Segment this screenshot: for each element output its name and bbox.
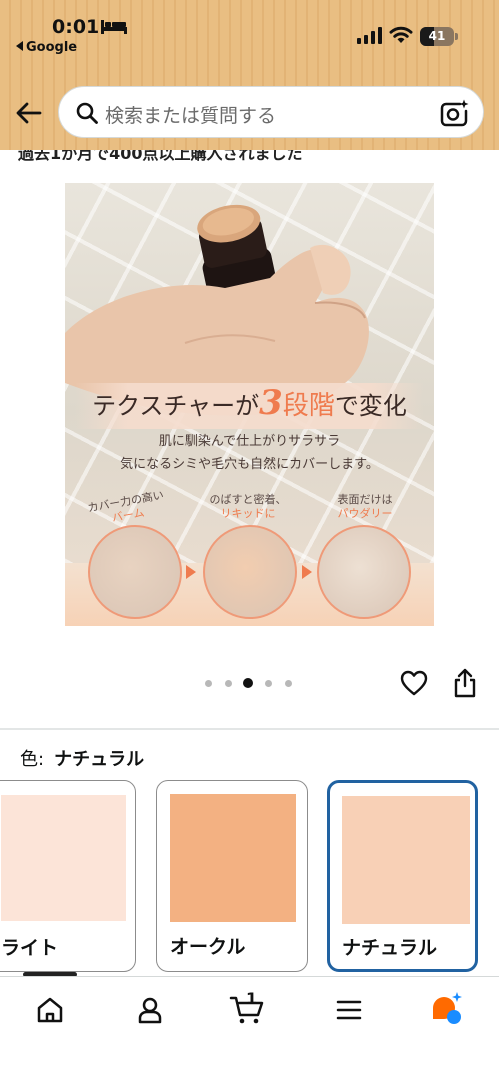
share-icon[interactable] (452, 668, 478, 698)
search-icon (76, 102, 98, 124)
stage-label-line: のばすと密着、 (209, 493, 287, 506)
section-divider (0, 728, 499, 730)
color-option-light[interactable]: ライト (0, 780, 136, 972)
account-icon[interactable] (135, 995, 165, 1025)
texture-liquid-circle (203, 525, 297, 619)
arrow-right-icon (186, 565, 196, 579)
headline-part: 段階 (282, 391, 335, 421)
carousel-dot[interactable] (204, 679, 212, 687)
carousel-dot[interactable] (243, 678, 253, 688)
color-label-prefix: 色: (20, 749, 45, 770)
selected-color-name: ナチュラル (54, 749, 145, 770)
signal-icon (357, 27, 382, 44)
bottom-nav: 1 (0, 976, 499, 1080)
menu-icon[interactable] (334, 995, 364, 1025)
stage-label-powder: 表面だけは パウダリー (310, 493, 420, 521)
wifi-icon (389, 26, 413, 43)
stage-label-line: リキッドに (220, 507, 276, 520)
ai-assistant-icon[interactable] (430, 991, 464, 1025)
arrow-right-icon (302, 565, 312, 579)
battery-icon: 41 (420, 27, 458, 46)
color-swatch (170, 794, 296, 922)
back-triangle-icon (16, 41, 23, 51)
headline-part: テクスチャーが (92, 392, 260, 420)
headline-part: で変化 (334, 392, 407, 420)
back-arrow-icon[interactable] (14, 98, 44, 128)
image-headline: テクスチャーが3段階で変化 (65, 383, 434, 423)
product-image[interactable]: テクスチャーが3段階で変化 肌に馴染んで仕上がりサラサラ 気になるシミや毛穴も自… (65, 183, 434, 626)
color-option-name: ナチュラル (342, 937, 438, 959)
color-label: 色: ナチュラル (20, 745, 144, 771)
stage-label-line: パウダリー (337, 507, 393, 520)
image-subtext-2: 気になるシミや毛穴も自然にカバーします。 (120, 457, 379, 472)
camera-icon[interactable] (439, 98, 469, 128)
back-app-label: Google (26, 40, 78, 55)
color-swatch (1, 795, 126, 921)
search-placeholder: 検索または質問する (105, 105, 277, 127)
search-input[interactable]: 検索または質問する (58, 86, 484, 138)
color-swatch (342, 796, 470, 924)
color-option-natural[interactable]: ナチュラル (327, 780, 478, 972)
texture-balm-circle (88, 525, 182, 619)
back-to-google[interactable]: Google (16, 40, 77, 55)
cart-count: 1 (246, 989, 258, 1008)
texture-powder-circle (317, 525, 411, 619)
stage-label-line: 表面だけは (337, 493, 393, 506)
home-icon[interactable] (35, 995, 65, 1025)
image-subtext-1: 肌に馴染んで仕上がりサラサラ (158, 434, 341, 449)
battery-level: 41 (428, 29, 446, 43)
color-option-ochre[interactable]: オークル (156, 780, 308, 972)
stage-label-liquid: のばすと密着、 リキッドに (193, 493, 303, 521)
color-option-name: ライト (1, 937, 59, 959)
headline-number: 3 (259, 383, 283, 423)
carousel-dot[interactable] (264, 679, 272, 687)
app-header: 0:01 Google 41 検索または質問する (0, 0, 499, 150)
color-option-name: オークル (170, 936, 246, 958)
status-time: 0:01 (52, 16, 100, 38)
carousel-dot[interactable] (284, 679, 292, 687)
heart-icon[interactable] (400, 670, 428, 696)
bed-icon (101, 20, 127, 34)
cart-button[interactable]: 1 (229, 989, 269, 1027)
carousel-dot[interactable] (224, 679, 232, 687)
